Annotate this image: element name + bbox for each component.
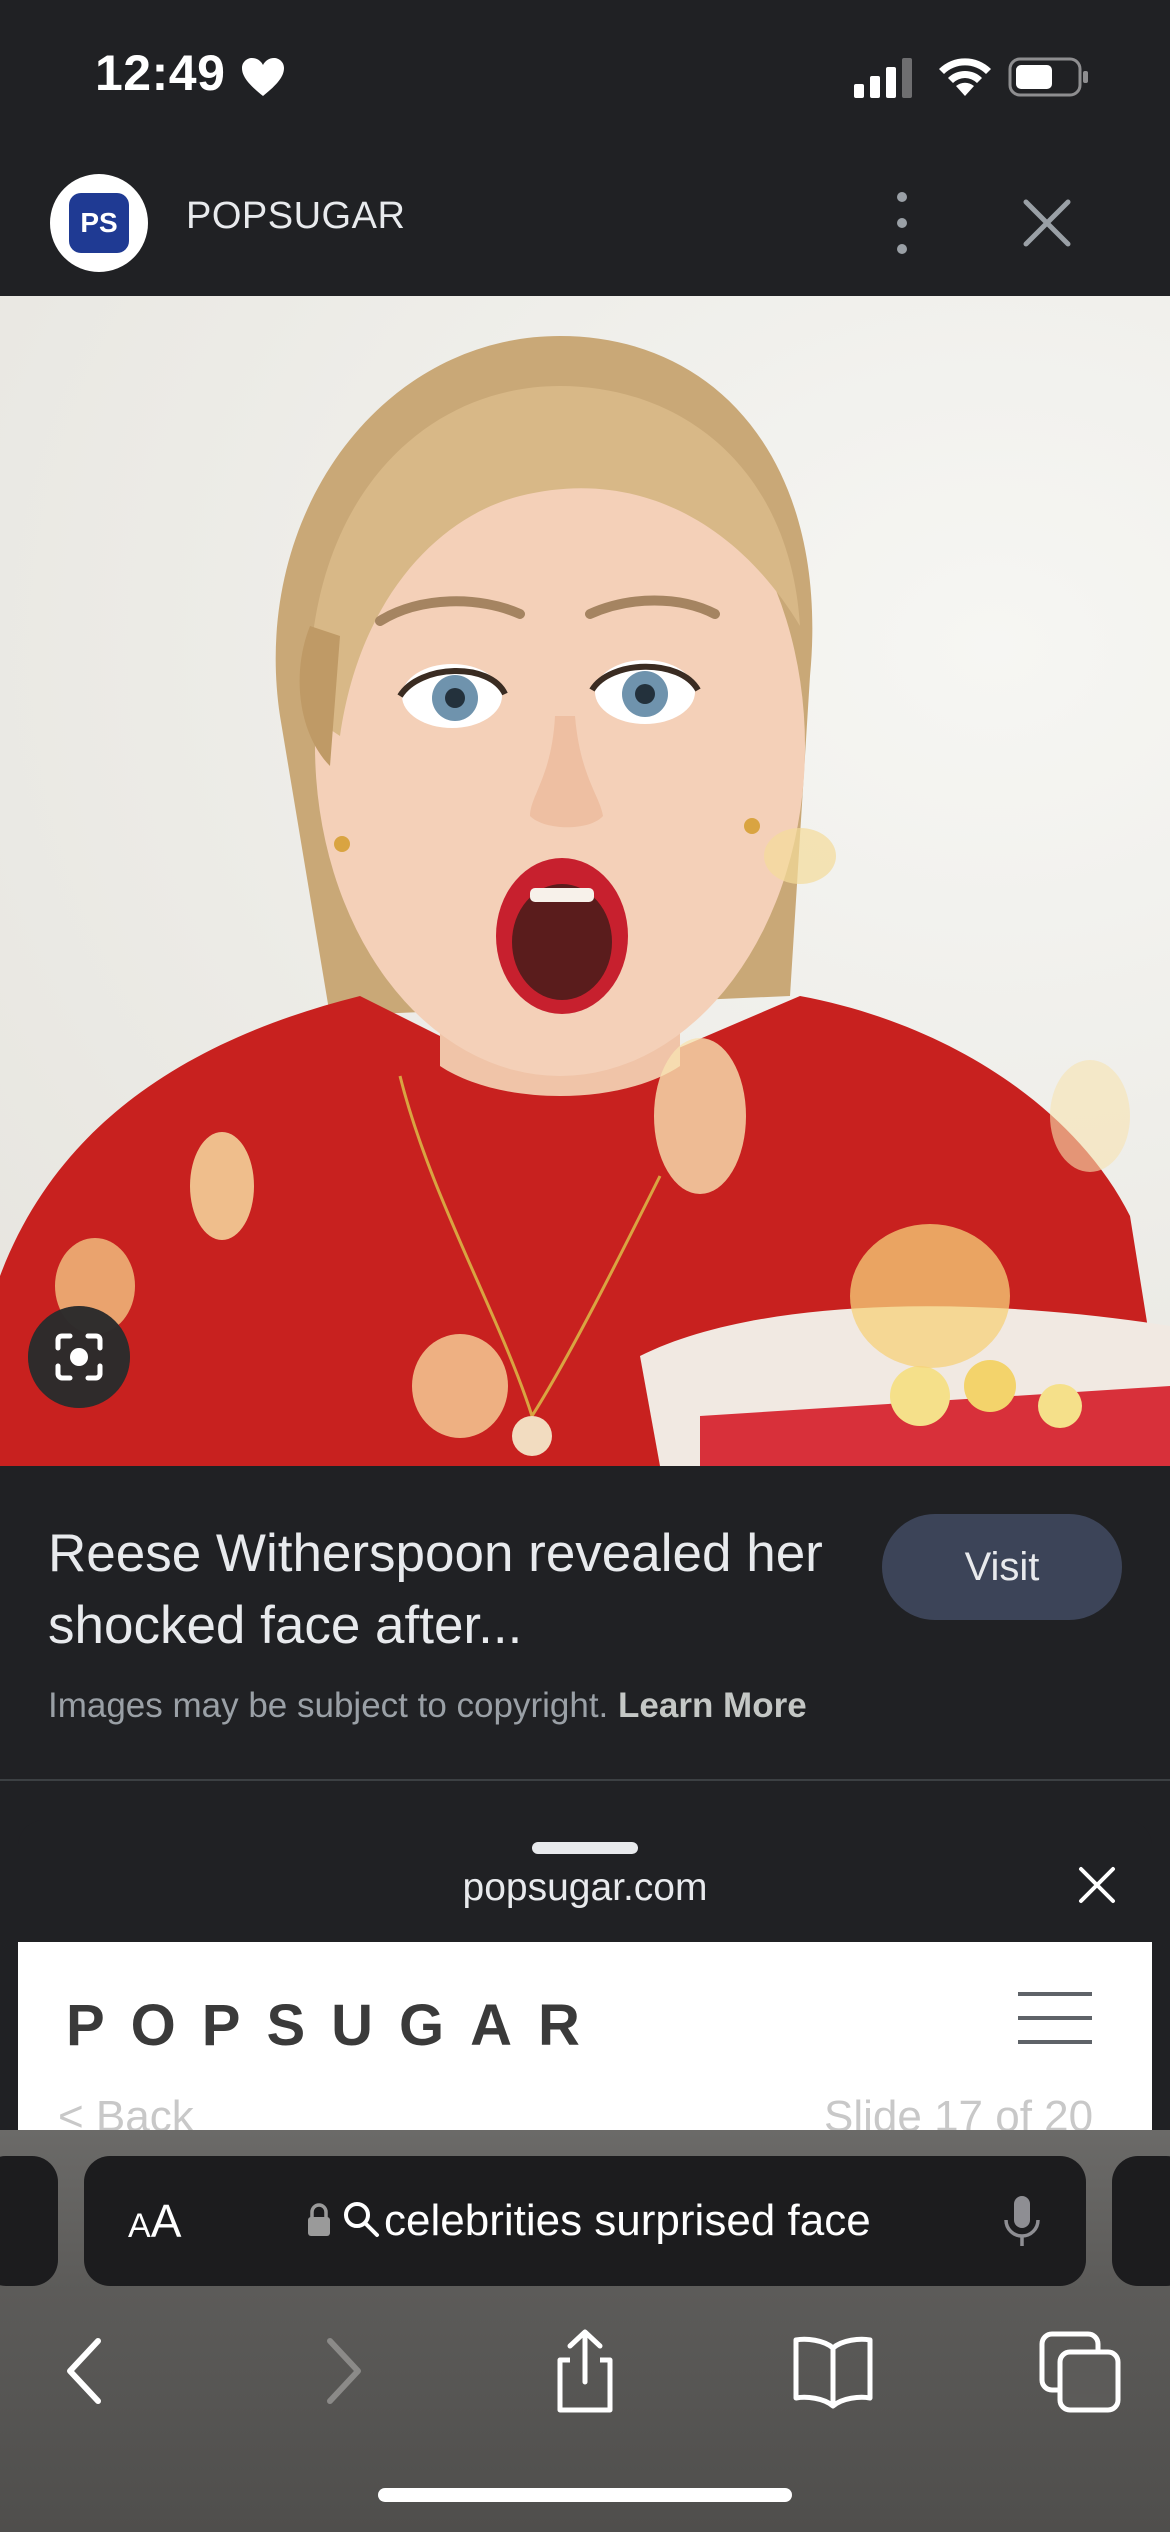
tabs-icon[interactable] — [1036, 2326, 1126, 2416]
lock-icon — [308, 2203, 330, 2236]
back-link[interactable]: < Back — [58, 2092, 194, 2130]
portrait-illustration — [0, 336, 1170, 1466]
search-icon — [344, 2202, 379, 2237]
preview-page[interactable]: POPSUGAR < Back Slide 17 of 20 — [18, 1942, 1152, 2130]
text-size-button[interactable]: AA — [128, 2194, 181, 2248]
site-wordmark: POPSUGAR — [66, 1993, 606, 2058]
next-tab-peek[interactable] — [1112, 2156, 1170, 2286]
address-text[interactable]: celebrities surprised face — [384, 2196, 871, 2246]
logo-text: PS — [80, 207, 118, 238]
back-icon[interactable] — [42, 2326, 132, 2416]
hamburger-menu-icon[interactable] — [1018, 1992, 1092, 2046]
close-icon[interactable] — [1018, 194, 1076, 252]
sheet-drag-handle[interactable] — [532, 1842, 638, 1854]
more-vertical-icon[interactable] — [880, 186, 924, 260]
share-icon[interactable] — [540, 2326, 630, 2416]
slide-counter: Slide 17 of 20 — [824, 2092, 1094, 2130]
copyright-notice: Images may be subject to copyright. Lear… — [48, 1686, 807, 1726]
status-bar: 12:49 — [0, 0, 1170, 150]
battery-icon — [1008, 57, 1088, 97]
wifi-icon — [939, 58, 991, 96]
cellular-signal-icon — [854, 58, 912, 98]
heart-icon — [242, 58, 284, 96]
previous-tab-peek[interactable] — [0, 2156, 58, 2286]
forward-icon[interactable] — [296, 2326, 386, 2416]
result-image[interactable] — [0, 296, 1170, 1466]
browser-toolbar — [0, 2326, 1170, 2446]
microphone-icon[interactable] — [1002, 2194, 1042, 2250]
browser-toolbar-area: AA celebrities surprised face — [0, 2130, 1170, 2532]
bookmarks-icon[interactable] — [788, 2326, 878, 2416]
learn-more-link[interactable]: Learn More — [618, 1686, 807, 1725]
source-name[interactable]: POPSUGAR — [186, 195, 405, 238]
result-caption: Reese Witherspoon revealed her shocked f… — [0, 1466, 1170, 1778]
result-title[interactable]: Reese Witherspoon revealed her shocked f… — [48, 1518, 828, 1662]
source-header: PS POPSUGAR — [0, 150, 1170, 296]
address-bar[interactable]: AA celebrities surprised face — [84, 2156, 1086, 2286]
copyright-text: Images may be subject to copyright. — [48, 1686, 609, 1725]
divider — [0, 1779, 1170, 1781]
source-logo[interactable]: PS — [50, 174, 148, 272]
google-lens-icon[interactable] — [28, 1306, 130, 1408]
status-time: 12:49 — [95, 45, 226, 101]
visit-button[interactable]: Visit — [882, 1514, 1122, 1620]
preview-sheet[interactable]: popsugar.com POPSUGAR < Back Slide 17 of… — [18, 1820, 1152, 2130]
close-icon[interactable] — [1076, 1864, 1118, 1906]
home-indicator[interactable] — [378, 2488, 792, 2502]
sheet-url: popsugar.com — [462, 1866, 708, 1909]
